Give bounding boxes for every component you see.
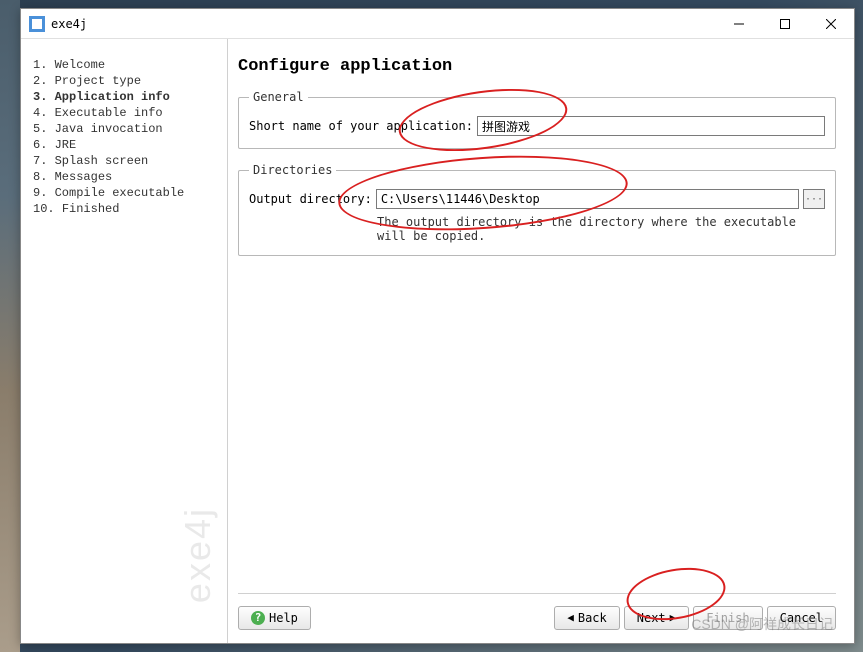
browse-icon: ··· [805,194,823,205]
sidebar-watermark: exe4j [177,507,219,603]
titlebar[interactable]: exe4j [21,9,854,39]
maximize-button[interactable] [762,9,808,39]
nav-buttons: ◀ Back Next ▶ Finish Cancel [554,606,836,630]
window-body: 1. Welcome 2. Project type 3. Applicatio… [21,39,854,643]
maximize-icon [780,19,790,29]
wizard-sidebar: 1. Welcome 2. Project type 3. Applicatio… [21,39,228,643]
next-arrow-icon: ▶ [670,611,677,624]
cancel-button[interactable]: Cancel [767,606,836,630]
close-button[interactable] [808,9,854,39]
step-java-invocation[interactable]: 5. Java invocation [33,121,227,137]
window-controls [716,9,854,39]
general-legend: General [249,90,308,104]
short-name-row: Short name of your application: [249,116,825,136]
back-button[interactable]: ◀ Back [554,606,620,630]
step-application-info[interactable]: 3. Application info [33,89,227,105]
browse-button[interactable]: ··· [803,189,825,209]
back-arrow-icon: ◀ [567,611,574,624]
output-dir-input[interactable] [376,189,799,209]
wizard-footer: ? Help ◀ Back Next ▶ Finish [238,593,836,633]
directories-legend: Directories [249,163,336,177]
finish-button[interactable]: Finish [693,606,762,630]
directories-fieldset: Directories Output directory: ··· The ou… [238,163,836,256]
step-project-type[interactable]: 2. Project type [33,73,227,89]
step-splash-screen[interactable]: 7. Splash screen [33,153,227,169]
output-dir-hint: The output directory is the directory wh… [377,215,825,243]
exe4j-window: exe4j 1. Welcome 2. Project type 3. Appl… [20,8,855,644]
step-messages[interactable]: 8. Messages [33,169,227,185]
app-icon [29,16,45,32]
minimize-button[interactable] [716,9,762,39]
output-dir-label: Output directory: [249,192,372,206]
short-name-input[interactable] [477,116,825,136]
short-name-label: Short name of your application: [249,119,473,133]
minimize-icon [734,19,744,29]
close-icon [826,19,836,29]
page-title: Configure application [238,57,836,76]
step-compile-executable[interactable]: 9. Compile executable [33,185,227,201]
next-button[interactable]: Next ▶ [624,606,690,630]
general-fieldset: General Short name of your application: [238,90,836,149]
main-panel: Configure application General Short name… [228,39,854,643]
step-jre[interactable]: 6. JRE [33,137,227,153]
help-icon: ? [251,611,265,625]
window-title: exe4j [51,17,716,31]
desktop-background [0,0,20,652]
step-welcome[interactable]: 1. Welcome [33,57,227,73]
step-finished[interactable]: 10. Finished [33,201,227,217]
help-button[interactable]: ? Help [238,606,311,630]
output-dir-row: Output directory: ··· [249,189,825,209]
step-executable-info[interactable]: 4. Executable info [33,105,227,121]
